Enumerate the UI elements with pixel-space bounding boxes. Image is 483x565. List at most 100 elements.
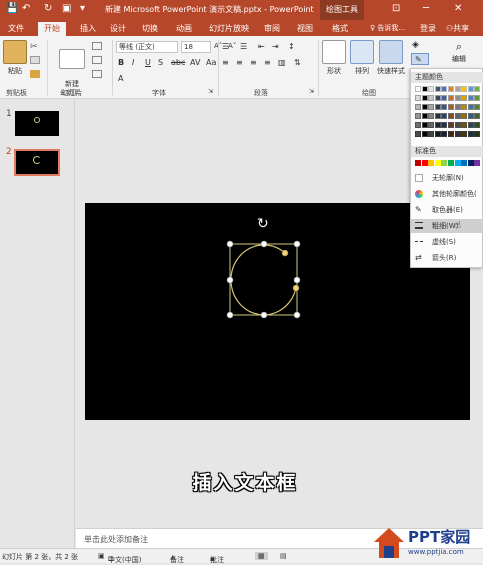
theme-color-swatch[interactable]: [474, 86, 481, 92]
theme-color-swatch[interactable]: [428, 122, 435, 128]
paragraph-dialog-launcher-icon[interactable]: ⇲: [309, 88, 314, 95]
normal-view-icon[interactable]: ▦: [255, 552, 268, 560]
standard-color-swatch[interactable]: [448, 160, 454, 166]
rotate-handle-icon[interactable]: ↻: [257, 216, 269, 232]
change-case-button[interactable]: Aa: [206, 58, 216, 67]
theme-color-swatch[interactable]: [415, 86, 421, 92]
theme-color-swatch[interactable]: [428, 113, 435, 119]
theme-color-swatch[interactable]: [428, 86, 435, 92]
standard-color-swatch[interactable]: [474, 160, 481, 166]
tab-insert[interactable]: 插入: [80, 23, 96, 34]
section-icon[interactable]: [92, 70, 102, 78]
theme-color-swatch[interactable]: [461, 113, 468, 119]
slide-thumbnail-2[interactable]: [14, 149, 60, 176]
layout-icon[interactable]: [92, 42, 102, 50]
font-name-combo[interactable]: 等线 (正文): [116, 41, 178, 53]
theme-color-swatch[interactable]: [467, 104, 474, 110]
font-color-button[interactable]: A: [118, 74, 123, 83]
theme-color-swatch[interactable]: [421, 104, 428, 110]
theme-color-swatch[interactable]: [474, 95, 481, 101]
theme-color-swatch[interactable]: [434, 113, 441, 119]
underline-button[interactable]: U: [145, 58, 151, 67]
theme-color-swatch[interactable]: [454, 104, 461, 110]
standard-color-row[interactable]: [415, 160, 481, 168]
theme-color-swatch[interactable]: [448, 86, 454, 92]
tab-slideshow[interactable]: 幻灯片放映: [209, 23, 249, 34]
theme-color-swatch[interactable]: [441, 122, 448, 128]
columns-icon[interactable]: ▥: [278, 58, 286, 67]
arrows-item[interactable]: ⇄ 箭头(R): [411, 251, 483, 265]
theme-color-swatch[interactable]: [434, 86, 441, 92]
tell-me-box[interactable]: ♀ 告诉我...: [370, 23, 405, 33]
more-outline-colors-item[interactable]: 其他轮廓颜色(: [411, 187, 483, 201]
theme-color-swatch[interactable]: [461, 131, 468, 137]
line-spacing-icon[interactable]: ↕: [288, 42, 295, 51]
save-icon[interactable]: 💾: [6, 3, 18, 14]
theme-color-swatch[interactable]: [474, 131, 481, 137]
theme-color-swatch[interactable]: [434, 95, 441, 101]
slide-thumbnail-1[interactable]: [15, 111, 59, 136]
tab-home[interactable]: 开始: [38, 22, 66, 36]
adjust-handle[interactable]: [281, 249, 289, 257]
theme-color-swatch[interactable]: [441, 131, 448, 137]
standard-color-swatch[interactable]: [454, 160, 461, 166]
standard-color-swatch[interactable]: [434, 160, 441, 166]
paste-button[interactable]: 粘贴: [3, 40, 27, 76]
minimize-icon[interactable]: ─: [423, 3, 429, 14]
decrease-indent-icon[interactable]: ⇤: [258, 42, 265, 51]
theme-color-swatch[interactable]: [474, 122, 481, 128]
share-button[interactable]: ⚇共享: [446, 23, 469, 34]
bullets-icon[interactable]: ☰: [222, 42, 229, 51]
tab-file[interactable]: 文件: [8, 23, 24, 34]
tab-animations[interactable]: 动画: [176, 23, 192, 34]
theme-color-swatch[interactable]: [415, 104, 421, 110]
reset-icon[interactable]: [92, 56, 102, 64]
theme-color-swatch[interactable]: [421, 113, 428, 119]
theme-color-swatch[interactable]: [467, 95, 474, 101]
align-left-icon[interactable]: ≡: [222, 58, 229, 67]
theme-color-swatch[interactable]: [428, 104, 435, 110]
shapes-button[interactable]: 形状: [322, 40, 346, 76]
adjust-handle[interactable]: [292, 284, 300, 292]
text-direction-icon[interactable]: ⇅: [294, 58, 301, 67]
close-icon[interactable]: ✕: [454, 3, 462, 14]
align-center-icon[interactable]: ≡: [236, 58, 243, 67]
justify-icon[interactable]: ≡: [264, 58, 271, 67]
align-right-icon[interactable]: ≡: [250, 58, 257, 67]
theme-color-swatch[interactable]: [454, 113, 461, 119]
tab-transitions[interactable]: 切换: [142, 23, 158, 34]
undo-icon[interactable]: ↶: [22, 3, 30, 14]
theme-color-swatch[interactable]: [467, 122, 474, 128]
theme-color-swatch[interactable]: [421, 95, 428, 101]
standard-color-swatch[interactable]: [421, 160, 428, 166]
no-outline-item[interactable]: 无轮廓(N): [411, 171, 483, 185]
theme-color-swatch[interactable]: [448, 104, 454, 110]
theme-color-swatch[interactable]: [428, 95, 435, 101]
theme-color-swatch[interactable]: [467, 86, 474, 92]
theme-color-swatch[interactable]: [441, 104, 448, 110]
theme-color-swatch[interactable]: [441, 95, 448, 101]
slide-sorter-icon[interactable]: ▤: [280, 552, 287, 560]
theme-color-swatch[interactable]: [421, 131, 428, 137]
theme-color-swatch[interactable]: [448, 95, 454, 101]
theme-color-swatch[interactable]: [448, 113, 454, 119]
shadow-button[interactable]: S: [158, 58, 163, 67]
theme-color-swatch[interactable]: [415, 113, 421, 119]
theme-color-swatch[interactable]: [467, 131, 474, 137]
char-spacing-button[interactable]: AV: [190, 58, 200, 67]
theme-color-swatch[interactable]: [434, 122, 441, 128]
tab-view[interactable]: 视图: [297, 23, 313, 34]
resize-handles[interactable]: [226, 240, 301, 319]
theme-color-swatch[interactable]: [448, 131, 454, 137]
theme-color-swatch[interactable]: [415, 122, 421, 128]
standard-color-swatch[interactable]: [428, 160, 435, 166]
theme-color-swatch[interactable]: [454, 95, 461, 101]
theme-color-swatch[interactable]: [415, 131, 421, 137]
dashes-item[interactable]: 虚线(S): [411, 235, 483, 249]
theme-color-swatch[interactable]: [415, 95, 421, 101]
ribbon-display-icon[interactable]: ⊡: [392, 3, 400, 14]
italic-button[interactable]: I: [132, 58, 134, 67]
customize-qat-icon[interactable]: ▾: [80, 3, 85, 14]
quick-styles-button[interactable]: 快速样式: [376, 40, 406, 76]
theme-color-swatch[interactable]: [434, 131, 441, 137]
